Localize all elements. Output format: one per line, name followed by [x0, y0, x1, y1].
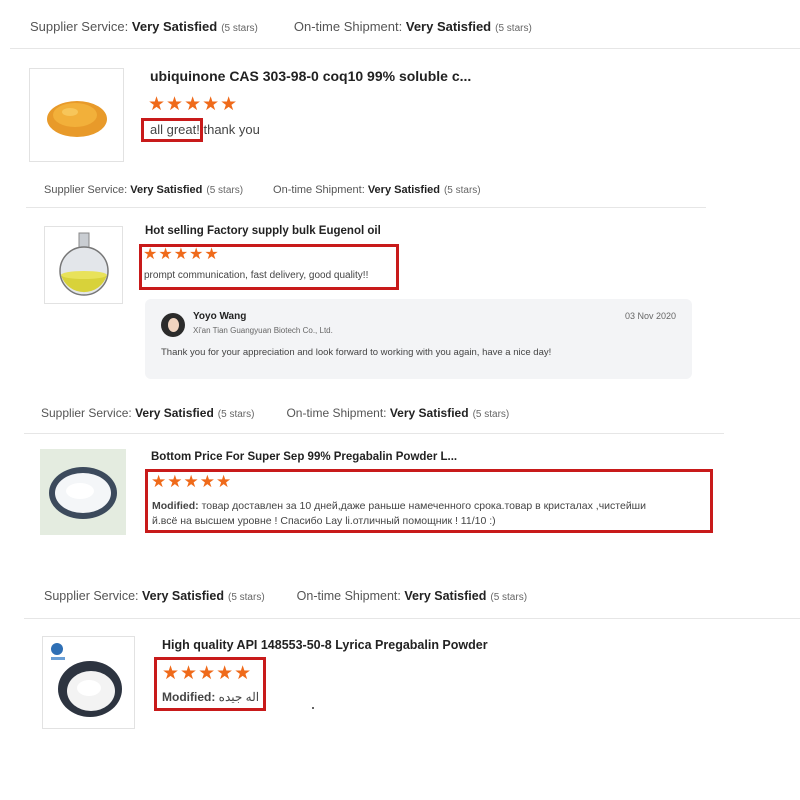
- product-image[interactable]: [42, 636, 135, 729]
- review-card-3: Supplier Service: Very Satisfied (5 stars…: [24, 397, 724, 557]
- lyrica-powder-image: [51, 643, 122, 717]
- coq10-powder-image: [47, 101, 107, 137]
- avatar: [161, 313, 185, 337]
- product-image[interactable]: [44, 226, 123, 304]
- rating-summary: Supplier Service: Very Satisfied (5 stars…: [44, 589, 528, 603]
- highlight-box: [145, 469, 713, 533]
- review-card-1: Supplier Service: Very Satisfied (5 stars…: [0, 0, 800, 180]
- product-image[interactable]: [40, 449, 126, 535]
- eugenol-oil-flask-image: [59, 232, 109, 296]
- pregabalin-powder-image: [40, 449, 126, 535]
- product-title[interactable]: Hot selling Factory supply bulk Eugenol …: [145, 225, 381, 237]
- product-title[interactable]: Bottom Price For Super Sep 99% Pregabali…: [151, 451, 457, 463]
- product-title[interactable]: ubiquinone CAS 303-98-0 coq10 99% solubl…: [150, 68, 471, 84]
- highlight-box: [154, 657, 266, 711]
- rating-summary: Supplier Service: Very Satisfied (5 stars…: [41, 406, 510, 420]
- review-card-2: Supplier Service: Very Satisfied (5 stars…: [26, 175, 706, 390]
- review-card-4: Supplier Service: Very Satisfied (5 stars…: [24, 572, 800, 750]
- product-image[interactable]: [29, 68, 124, 162]
- highlight-box: [139, 244, 399, 290]
- divider: [24, 618, 800, 619]
- highlight-box: [141, 118, 203, 142]
- rating-stars: ★★★★★: [148, 94, 239, 115]
- reply-company: Xi'an Tian Guangyuan Biotech Co., Ltd.: [193, 326, 333, 335]
- reply-author: Yoyo Wang: [193, 311, 247, 322]
- reply-text: Thank you for your appreciation and look…: [161, 347, 552, 358]
- product-title[interactable]: High quality API 148553-50-8 Lyrica Preg…: [162, 638, 488, 652]
- divider: [10, 48, 800, 49]
- divider: [24, 433, 724, 434]
- supplier-reply: Yoyo Wang Xi'an Tian Guangyuan Biotech C…: [145, 299, 692, 379]
- rating-summary: Supplier Service: Very Satisfied (5 stars…: [44, 184, 481, 196]
- divider: [26, 207, 706, 208]
- rating-summary: Supplier Service: Very Satisfied (5 stars…: [30, 19, 532, 34]
- reply-date: 03 Nov 2020: [624, 311, 676, 321]
- stray-dot: [312, 707, 314, 709]
